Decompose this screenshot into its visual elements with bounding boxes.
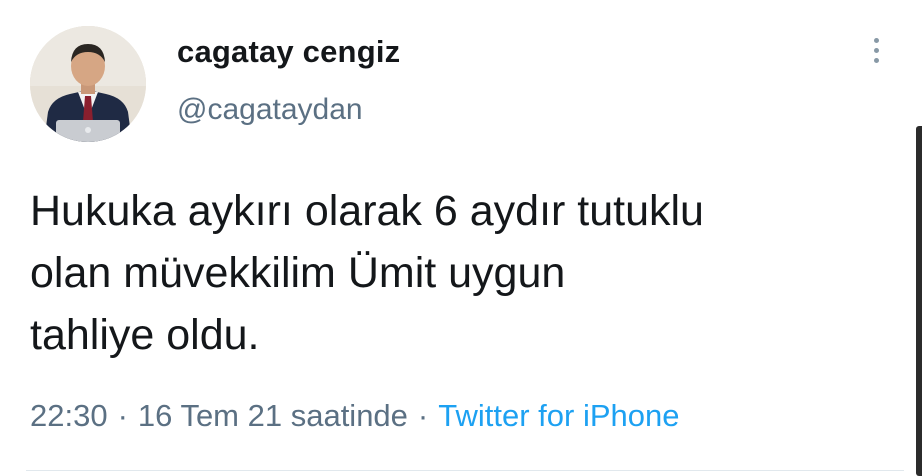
profile-photo-icon — [30, 26, 146, 142]
meta-separator: · — [417, 398, 429, 433]
tweet-date[interactable]: 16 Tem 21 saatinde — [138, 398, 408, 433]
scrollbar[interactable] — [916, 126, 922, 476]
divider — [26, 470, 904, 471]
more-vertical-icon[interactable] — [866, 38, 886, 72]
tweet-time[interactable]: 22:30 — [30, 398, 108, 433]
author-display-name[interactable]: cagatay cengiz — [177, 34, 400, 70]
tweet-text-line: olan müvekkilim Ümit uygun — [30, 249, 566, 297]
tweet-text: Hukuka aykırı olarak 6 aydır tutuklu ola… — [30, 180, 900, 366]
avatar[interactable] — [30, 26, 146, 142]
tweet-source-link[interactable]: Twitter for iPhone — [438, 398, 679, 433]
meta-separator: · — [117, 398, 128, 433]
tweet-text-line: Hukuka aykırı olarak 6 aydır tutuklu — [30, 187, 704, 235]
author-handle[interactable]: @cagataydan — [177, 93, 363, 127]
tweet-text-line: tahliye oldu. — [30, 311, 260, 359]
tweet-card: cagatay cengiz @cagataydan Hukuka aykırı… — [0, 0, 922, 476]
tweet-meta: 22:30 · 16 Tem 21 saatinde · Twitter for iPh… — [30, 398, 679, 434]
